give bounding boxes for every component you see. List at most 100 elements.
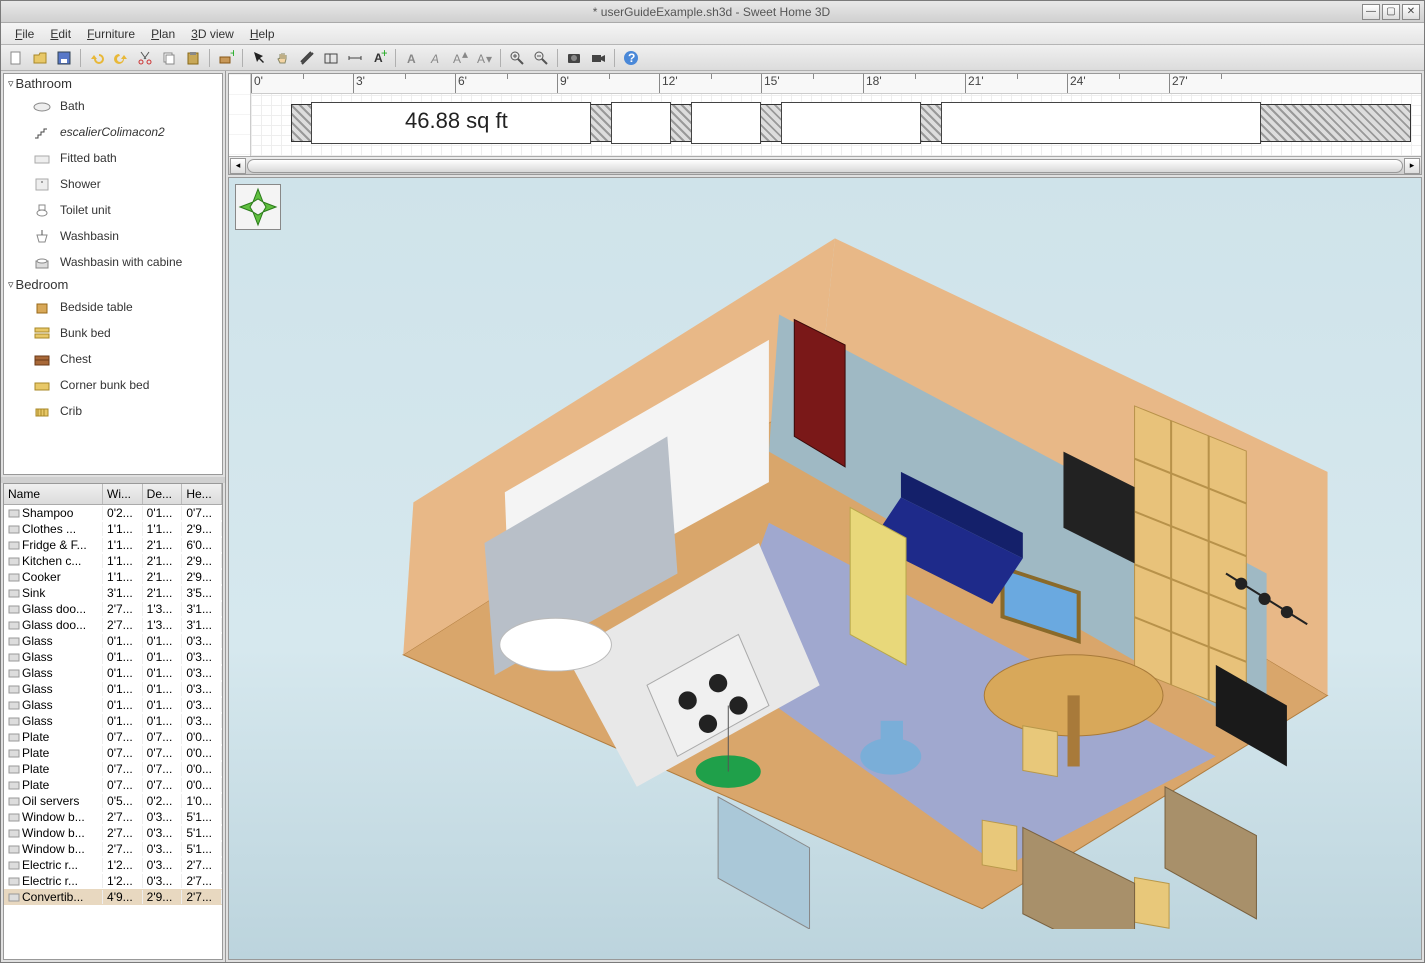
select-button[interactable] [248, 47, 270, 69]
menu-furniture[interactable]: Furniture [81, 25, 141, 43]
plan-horizontal-scrollbar[interactable]: ◂ ▸ [229, 156, 1421, 174]
scroll-right-button[interactable]: ▸ [1404, 158, 1420, 174]
catalog-item[interactable]: Bath [4, 93, 222, 119]
close-button[interactable]: ✕ [1402, 4, 1420, 20]
table-row[interactable]: Glass0'1...0'1...0'3... [4, 681, 222, 697]
toolbar-separator [80, 49, 81, 67]
table-header[interactable]: Name [4, 484, 103, 504]
catalog-group-bathroom[interactable]: Bathroom [4, 74, 222, 93]
table-row[interactable]: Electric r...1'2...0'3...2'7... [4, 873, 222, 889]
table-row[interactable]: Oil servers0'5...0'2...1'0... [4, 793, 222, 809]
minimize-button[interactable]: — [1362, 4, 1380, 20]
create-text-button[interactable]: A+ [368, 47, 390, 69]
table-row[interactable]: Glass0'1...0'1...0'3... [4, 697, 222, 713]
table-row[interactable]: Sink3'1...2'1...3'5... [4, 585, 222, 601]
zoom-out-button[interactable] [530, 47, 552, 69]
table-cell: 0'1... [103, 682, 143, 696]
open-button[interactable] [29, 47, 51, 69]
table-row[interactable]: Window b...2'7...0'3...5'1... [4, 809, 222, 825]
catalog-item[interactable]: Corner bunk bed [4, 372, 222, 398]
table-cell: 0'7... [143, 730, 183, 744]
table-row[interactable]: Convertib...4'9...2'9...2'7... [4, 889, 222, 905]
table-row[interactable]: Cooker1'1...2'1...2'9... [4, 569, 222, 585]
corner-bunk-icon [32, 376, 52, 394]
catalog-item[interactable]: Washbasin [4, 223, 222, 249]
svg-text:A: A [430, 52, 439, 66]
menu-file[interactable]: File [9, 25, 40, 43]
table-row[interactable]: Plate0'7...0'7...0'0... [4, 729, 222, 745]
bunkbed-icon [32, 324, 52, 342]
table-row[interactable]: Fridge & F...1'1...2'1...6'0... [4, 537, 222, 553]
catalog-item[interactable]: Fitted bath [4, 145, 222, 171]
photo-button[interactable] [563, 47, 585, 69]
create-dimensions-button[interactable] [344, 47, 366, 69]
furniture-row-icon [8, 747, 20, 759]
plan-view[interactable]: 0'3'6'9'12'15'18'21'24'27' 46.88 sq ft ◂ [228, 73, 1422, 175]
scroll-thumb[interactable] [247, 159, 1403, 173]
create-walls-button[interactable] [296, 47, 318, 69]
table-row[interactable]: Plate0'7...0'7...0'0... [4, 745, 222, 761]
create-rooms-button[interactable] [320, 47, 342, 69]
3d-view[interactable] [228, 177, 1422, 960]
table-row[interactable]: Glass doo...2'7...1'3...3'1... [4, 601, 222, 617]
copy-button[interactable] [158, 47, 180, 69]
menu-plan[interactable]: Plan [145, 25, 181, 43]
menu-3d-view[interactable]: 3D view [185, 25, 240, 43]
table-header[interactable]: De... [143, 484, 183, 504]
table-header[interactable]: Wi... [103, 484, 143, 504]
table-header[interactable]: He... [182, 484, 222, 504]
catalog-item[interactable]: Bedside table [4, 294, 222, 320]
catalog-item[interactable]: Shower [4, 171, 222, 197]
undo-button[interactable] [86, 47, 108, 69]
catalog-group-bedroom[interactable]: Bedroom [4, 275, 222, 294]
table-cell: 0'3... [143, 842, 183, 856]
table-row[interactable]: Shampoo0'2...0'1...0'7... [4, 505, 222, 521]
table-cell: 0'7... [143, 762, 183, 776]
table-row[interactable]: Kitchen c...1'1...2'1...2'9... [4, 553, 222, 569]
catalog-item[interactable]: Bunk bed [4, 320, 222, 346]
cut-button[interactable] [134, 47, 156, 69]
text-italic-button[interactable]: A [425, 47, 447, 69]
menubar: FileEditFurniturePlan3D viewHelp [1, 23, 1424, 45]
menu-edit[interactable]: Edit [44, 25, 77, 43]
table-row[interactable]: Plate0'7...0'7...0'0... [4, 777, 222, 793]
table-cell: 2'1... [143, 554, 183, 568]
table-cell: 0'7... [103, 746, 143, 760]
ruler-mark: 12' [659, 74, 761, 93]
table-row[interactable]: Plate0'7...0'7...0'0... [4, 761, 222, 777]
help-button[interactable]: ? [620, 47, 642, 69]
table-row[interactable]: Electric r...1'2...0'3...2'7... [4, 857, 222, 873]
catalog-item[interactable]: Crib [4, 398, 222, 424]
text-bold-button[interactable]: A [401, 47, 423, 69]
washbasin-cab-icon [32, 253, 52, 271]
table-row[interactable]: Glass0'1...0'1...0'3... [4, 713, 222, 729]
table-cell: 1'3... [143, 602, 183, 616]
table-row[interactable]: Glass0'1...0'1...0'3... [4, 665, 222, 681]
table-row[interactable]: Window b...2'7...0'3...5'1... [4, 841, 222, 857]
table-row[interactable]: Glass doo...2'7...1'3...3'1... [4, 617, 222, 633]
catalog-item[interactable]: Chest [4, 346, 222, 372]
menu-help[interactable]: Help [244, 25, 281, 43]
catalog-item-label: Shower [60, 177, 101, 191]
table-row[interactable]: Window b...2'7...0'3...5'1... [4, 825, 222, 841]
catalog-item[interactable]: Washbasin with cabine [4, 249, 222, 275]
pan-button[interactable] [272, 47, 294, 69]
furniture-row-icon [8, 731, 20, 743]
new-button[interactable] [5, 47, 27, 69]
text-increase-button[interactable]: A▴ [449, 47, 471, 69]
zoom-in-button[interactable] [506, 47, 528, 69]
redo-button[interactable] [110, 47, 132, 69]
add-furniture-button[interactable]: + [215, 47, 237, 69]
catalog-item[interactable]: escalierColimacon2 [4, 119, 222, 145]
table-row[interactable]: Clothes ...1'1...1'1...2'9... [4, 521, 222, 537]
compass-icon[interactable] [235, 184, 281, 230]
catalog-item[interactable]: Toilet unit [4, 197, 222, 223]
scroll-left-button[interactable]: ◂ [230, 158, 246, 174]
table-row[interactable]: Glass0'1...0'1...0'3... [4, 633, 222, 649]
video-button[interactable] [587, 47, 609, 69]
text-decrease-button[interactable]: A▾ [473, 47, 495, 69]
paste-button[interactable] [182, 47, 204, 69]
save-button[interactable] [53, 47, 75, 69]
table-row[interactable]: Glass0'1...0'1...0'3... [4, 649, 222, 665]
maximize-button[interactable]: ▢ [1382, 4, 1400, 20]
